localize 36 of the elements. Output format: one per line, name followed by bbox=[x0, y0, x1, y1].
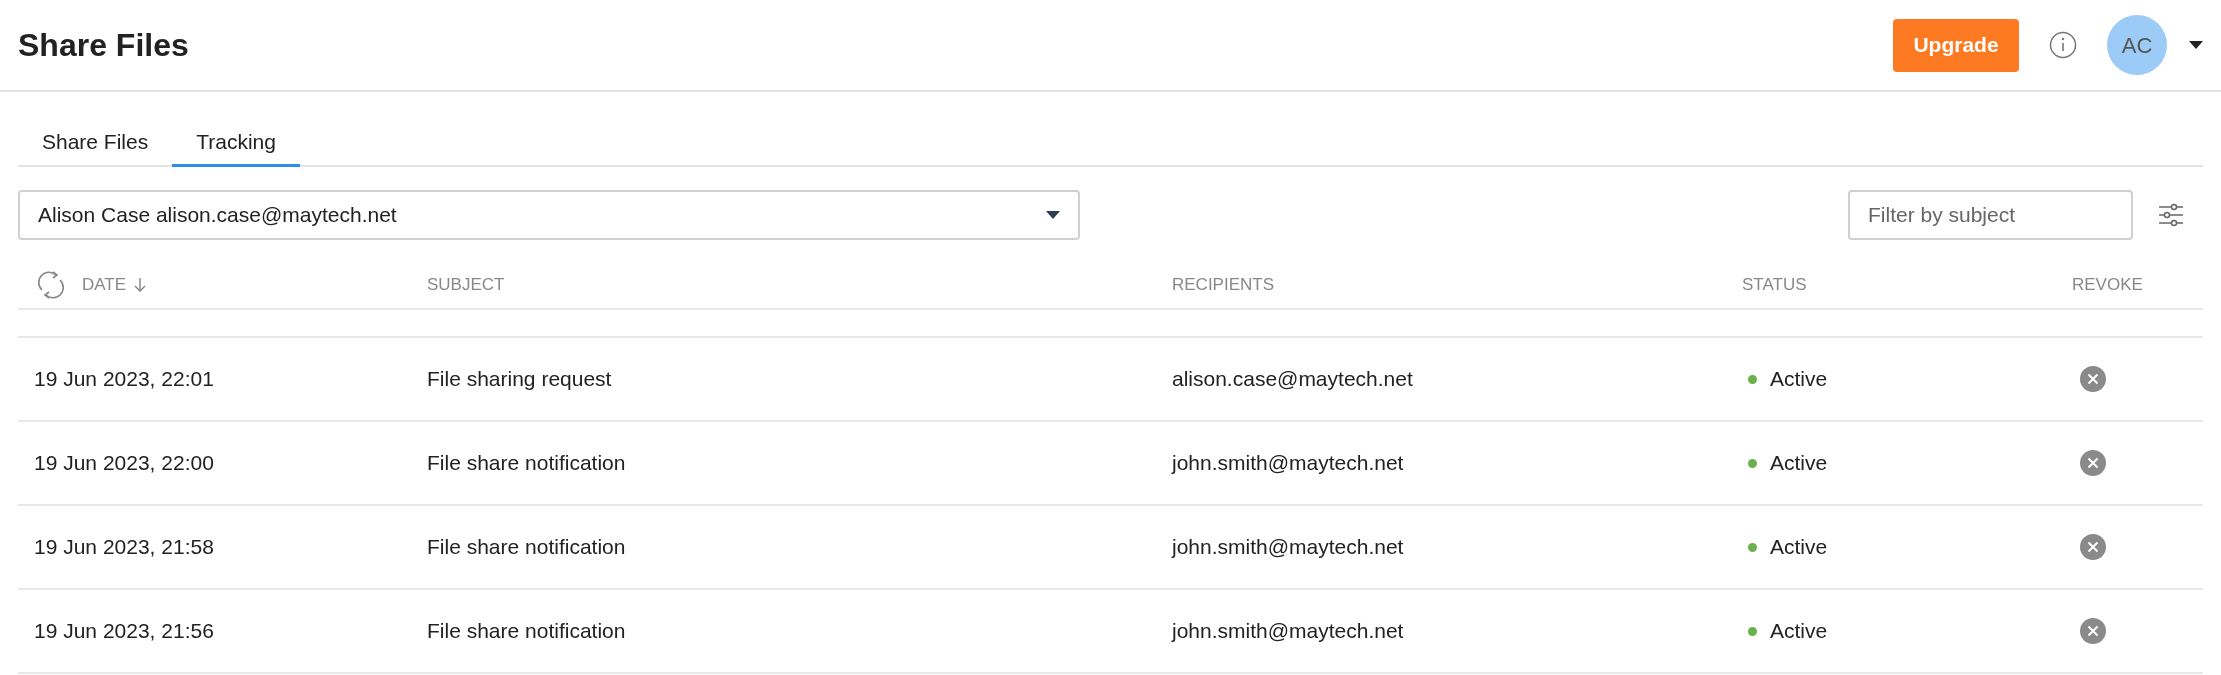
table-cell: alison.case@maytech.net bbox=[1172, 367, 1413, 391]
revoke-icon[interactable] bbox=[2080, 534, 2106, 560]
table-cell: File sharing request bbox=[427, 367, 612, 391]
filter-field[interactable]: Filter by subject bbox=[1848, 190, 2133, 240]
table-cell: john.smith@maytech.net bbox=[1172, 451, 1404, 475]
refresh-icon[interactable] bbox=[36, 270, 66, 300]
column-header: SUBJECT bbox=[427, 274, 505, 297]
info-icon[interactable] bbox=[2049, 31, 2077, 59]
user-avatar[interactable]: AC bbox=[2107, 15, 2167, 75]
status-text: Active bbox=[1770, 534, 1828, 561]
tab[interactable]: Share Files bbox=[18, 119, 173, 167]
tab[interactable]: Tracking bbox=[172, 119, 300, 167]
table-cell: 19 Jun 2023, 21:56 bbox=[34, 619, 214, 643]
column-header: RECIPIENTS bbox=[1172, 274, 1275, 297]
table-cell: File share notification bbox=[427, 619, 626, 643]
column-header: STATUS bbox=[1742, 274, 1807, 297]
table-cell: File share notification bbox=[427, 535, 626, 559]
table-cell: john.smith@maytech.net bbox=[1172, 619, 1404, 643]
sliders-icon[interactable] bbox=[2159, 203, 2183, 227]
column-header: REVOKE bbox=[2072, 274, 2143, 297]
table-cell: 19 Jun 2023, 22:00 bbox=[34, 451, 214, 475]
caret-icon bbox=[1046, 211, 1060, 219]
table-cell: john.smith@maytech.net bbox=[1172, 535, 1404, 559]
account-select[interactable]: Alison Case alison.case@maytech.net bbox=[18, 190, 1080, 240]
status-text: Active bbox=[1770, 366, 1828, 393]
table-cell: 19 Jun 2023, 22:01 bbox=[34, 367, 214, 391]
table-cell: 19 Jun 2023, 21:58 bbox=[34, 535, 214, 559]
page-title: Share Files bbox=[18, 26, 189, 65]
status-text: Active bbox=[1770, 618, 1828, 645]
caret-icon[interactable] bbox=[2189, 41, 2203, 49]
revoke-icon[interactable] bbox=[2080, 450, 2106, 476]
table-cell: File share notification bbox=[427, 451, 626, 475]
status-text: Active bbox=[1770, 450, 1828, 477]
revoke-icon[interactable] bbox=[2080, 618, 2106, 644]
column-header[interactable]: DATE bbox=[82, 272, 127, 298]
revoke-icon[interactable] bbox=[2080, 366, 2106, 392]
